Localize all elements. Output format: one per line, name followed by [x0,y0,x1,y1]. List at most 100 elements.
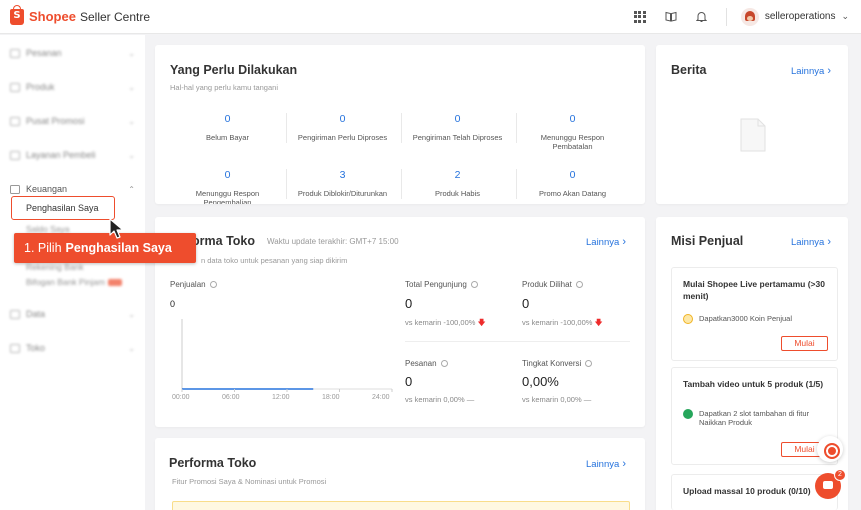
divider [405,341,630,342]
sidebar-item-bifogan[interactable]: Bifogan Bank Pinjam [26,277,122,287]
sidebar-group-label: Layanan Pembeli [26,150,96,160]
metric-compare-konversi: vs kemarin 0,00% — [522,395,592,404]
metric-compare-pesanan: vs kemarin 0,00% — [405,395,475,404]
sidebar-group-label: Produk [26,82,55,92]
sidebar-group-keuangan[interactable]: Keuangan ⌃ [10,182,135,196]
help-icon[interactable] [585,360,593,368]
todo-value: 0 [224,169,231,181]
todo-label: Pengiriman Telah Diproses [412,133,503,142]
metric-label-pesanan: Pesanan [405,359,448,368]
x-tick: 00:00 [172,394,190,401]
news-title: Berita [671,63,707,77]
callout-bold: Penghasilan Saya [65,241,172,255]
shopee-logo[interactable]: S Shopee Seller Centre [10,4,150,25]
mission-start-button[interactable]: Mulai [781,336,828,351]
metric-label-konversi: Tingkat Konversi [522,359,593,368]
sidebar [0,35,145,510]
product-name: Seller Centre [79,9,150,24]
promotion-title: Performa Toko [169,456,257,470]
metric-value-konversi: 0,00% [522,374,559,389]
todo-value: 0 [454,113,461,125]
arrow-down-icon: 🡇 [594,318,603,327]
metric-compare-dilihat: vs kemarin -100,00% 🡇 [522,318,603,327]
sidebar-group-promosi[interactable]: Pusat Promosi ⌄ [10,114,135,128]
x-tick: 12:00 [272,394,290,401]
todo-pengiriman-telah[interactable]: 0 Pengiriman Telah Diproses [400,113,515,142]
chevron-down-icon: ⌄ [128,116,135,126]
sidebar-group-label: Pusat Promosi [26,116,85,126]
chevron-down-icon: ⌄ [128,309,135,319]
mission-title: Misi Penjual [671,234,744,248]
username[interactable]: selleroperations [765,11,836,22]
todo-promo-akan-datang[interactable]: 0 Promo Akan Datang [515,169,630,198]
apps-grid-icon[interactable] [632,9,648,25]
sidebar-item-rekening[interactable]: Rekening Bank [26,262,84,272]
promotion-subtitle: Fitur Promosi Saya & Nominasi untuk Prom… [172,477,327,486]
todo-title: Yang Perlu Dilakukan [170,63,298,77]
chevron-down-icon[interactable]: ⌄ [841,11,849,22]
metric-label-pengunjung: Total Pengunjung [405,280,478,289]
promotion-icon [10,116,20,126]
todo-respon-pengembalian[interactable]: 0 Menunggu Respon Pengembalian [170,169,285,204]
todo-respon-pembatalan[interactable]: 0 Menunggu Respon Pembatalan [515,113,630,151]
sidebar-group-produk[interactable]: Produk ⌄ [10,80,135,94]
avatar[interactable] [740,7,759,26]
notice-banner [172,501,630,510]
mission-more-link[interactable]: Lainnya [791,236,831,248]
chevron-up-icon: ⌃ [128,184,135,194]
todo-value: 2 [454,169,461,181]
chevron-down-icon: ⌄ [128,82,135,92]
mission-reward: Dapatkan 2 slot tambahan di fitur Naikka… [683,409,833,427]
help-icon[interactable] [575,281,583,289]
todo-value: 0 [339,113,346,125]
news-card: Berita Lainnya [656,45,848,204]
mission-reward: Dapatkan3000 Koin Penjual [683,314,833,324]
metric-label-dilihat: Produk Dilihat [522,280,583,289]
metric-value-dilihat: 0 [522,296,530,311]
sales-line-chart [181,319,393,392]
todo-label: Promo Akan Datang [538,189,607,198]
help-icon[interactable] [440,360,448,368]
sidebar-group-label: Pesanan [26,48,62,58]
orders-icon [10,48,20,58]
header-divider [725,7,727,26]
sidebar-group-label: Toko [26,343,46,353]
todo-pengiriman-perlu[interactable]: 0 Pengiriman Perlu Diproses [285,113,400,142]
mission-item-title: Upload massal 10 produk (0/10) [683,486,811,496]
sidebar-item-penghasilan-saya[interactable]: Penghasilan Saya [11,196,115,220]
todo-value: 0 [224,113,231,125]
chevron-down-icon: ⌄ [128,150,135,160]
todo-value: 3 [339,169,346,181]
promotion-more-link[interactable]: Lainnya [586,458,626,470]
todo-produk-habis[interactable]: 2 Produk Habis [400,169,515,198]
book-icon[interactable] [663,9,679,25]
chart-value: 0 [170,299,176,309]
sidebar-group-toko[interactable]: Toko ⌄ [10,341,135,355]
arrow-down-icon: 🡇 [477,318,486,327]
sidebar-group-layanan[interactable]: Layanan Pembeli ⌄ [10,148,135,162]
mission-item: Mulai Shopee Live pertamamu (>30 menit) … [671,267,838,361]
live-fab-button[interactable] [817,436,843,462]
bell-icon[interactable] [694,9,710,25]
help-icon[interactable] [470,281,478,289]
product-icon [10,82,20,92]
data-icon [10,309,20,319]
performance-more-link[interactable]: Lainnya [586,236,626,248]
promotion-performance-card: Performa Toko Lainnya Fitur Promosi Saya… [155,438,645,510]
todo-label: Produk Diblokir/Diturunkan [297,189,388,198]
customer-service-icon [10,150,20,160]
metric-value-pengunjung: 0 [405,296,413,311]
news-more-link[interactable]: Lainnya [791,65,831,77]
sidebar-group-data[interactable]: Data ⌄ [10,307,135,321]
tutorial-callout: 1. Pilih Penghasilan Saya [14,233,196,263]
todo-produk-diblokir[interactable]: 3 Produk Diblokir/Diturunkan [285,169,400,198]
bolt-icon [683,409,693,419]
shopee-bag-icon: S [10,4,24,25]
todo-label: Produk Habis [434,189,481,198]
sidebar-group-pesanan[interactable]: Pesanan ⌄ [10,46,135,60]
help-icon[interactable] [209,281,217,289]
sidebar-group-label: Data [26,309,46,319]
todo-label: Menunggu Respon Pengembalian [195,189,260,204]
todo-belum-bayar[interactable]: 0 Belum Bayar [170,113,285,142]
todo-label: Menunggu Respon Pembatalan [540,133,605,151]
